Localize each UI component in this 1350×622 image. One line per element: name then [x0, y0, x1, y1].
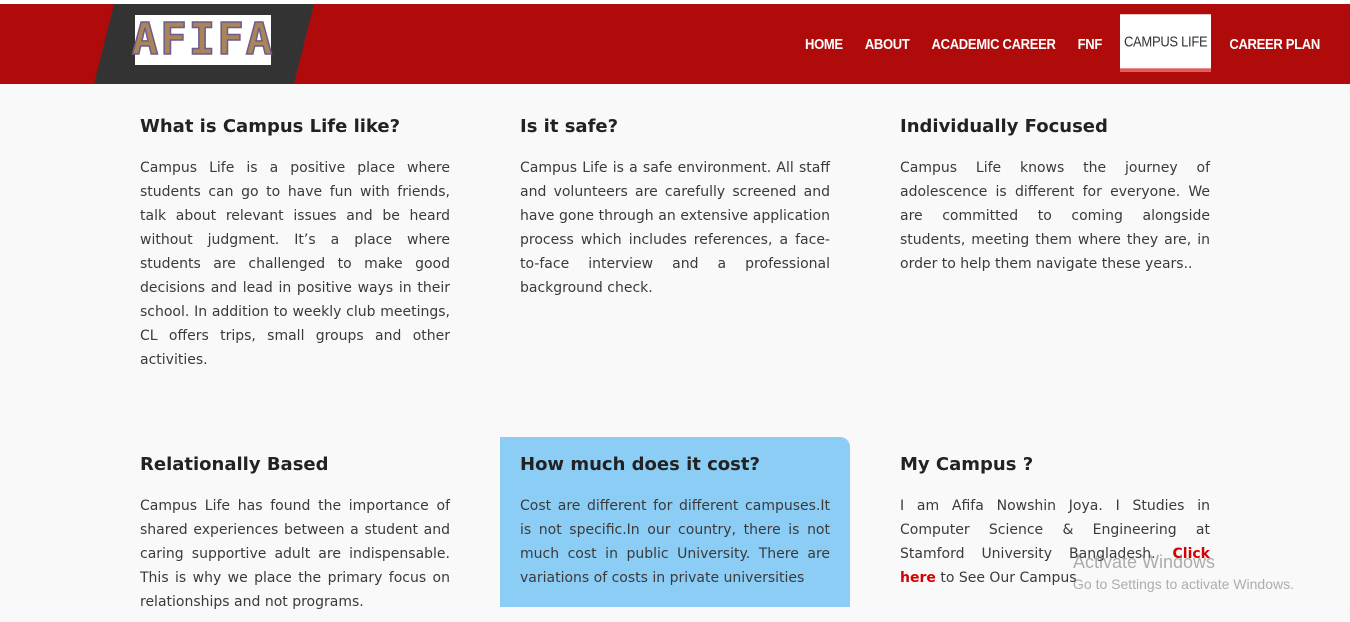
card-relationally-based: Relationally Based Campus Life has found…	[120, 454, 470, 614]
nav-campus-life[interactable]: CAMPUS LIFE	[1119, 14, 1212, 72]
nav-career-plan[interactable]: CAREER PLAN	[1225, 14, 1324, 72]
activate-windows-watermark: Activate Windows Go to Settings to activ…	[1073, 552, 1294, 592]
card-body: Campus Life knows the journey of adolesc…	[900, 160, 1210, 272]
logo-text: AFIFA	[131, 14, 275, 65]
card-title: What is Campus Life like?	[140, 116, 401, 137]
card-body: Campus Life has found the importance of …	[140, 498, 450, 610]
card-title: Relationally Based	[140, 454, 329, 475]
card-body: Cost are different for different campuse…	[520, 498, 830, 586]
watermark-subtitle: Go to Settings to activate Windows.	[1073, 576, 1294, 592]
nav-academic-career[interactable]: ACADEMIC CAREER	[928, 14, 1060, 72]
card-what-is-campus-life: What is Campus Life like? Campus Life is…	[120, 116, 470, 372]
watermark-title: Activate Windows	[1073, 552, 1216, 572]
nav-about[interactable]: ABOUT	[861, 14, 914, 72]
card-title: How much does it cost?	[520, 454, 760, 475]
card-body: Campus Life is a safe environment. All s…	[520, 160, 830, 296]
card-title: Is it safe?	[520, 116, 619, 137]
card-title: Individually Focused	[900, 116, 1108, 137]
site-logo[interactable]: AFIFA	[131, 14, 275, 65]
nav-home[interactable]: HOME	[801, 14, 847, 72]
card-body-text-after: to See Our Campus	[940, 570, 1077, 586]
card-body: Campus Life is a positive place where st…	[140, 160, 450, 368]
card-title: My Campus ?	[900, 454, 1034, 475]
nav-fnf[interactable]: FNF	[1074, 14, 1106, 72]
card-individually-focused: Individually Focused Campus Life knows t…	[880, 116, 1230, 276]
card-is-it-safe: Is it safe? Campus Life is a safe enviro…	[500, 116, 850, 300]
main-nav: HOME ABOUT ACADEMIC CAREER FNF CAMPUS LI…	[794, 14, 1331, 72]
card-how-much-cost: How much does it cost? Cost are differen…	[500, 437, 850, 607]
